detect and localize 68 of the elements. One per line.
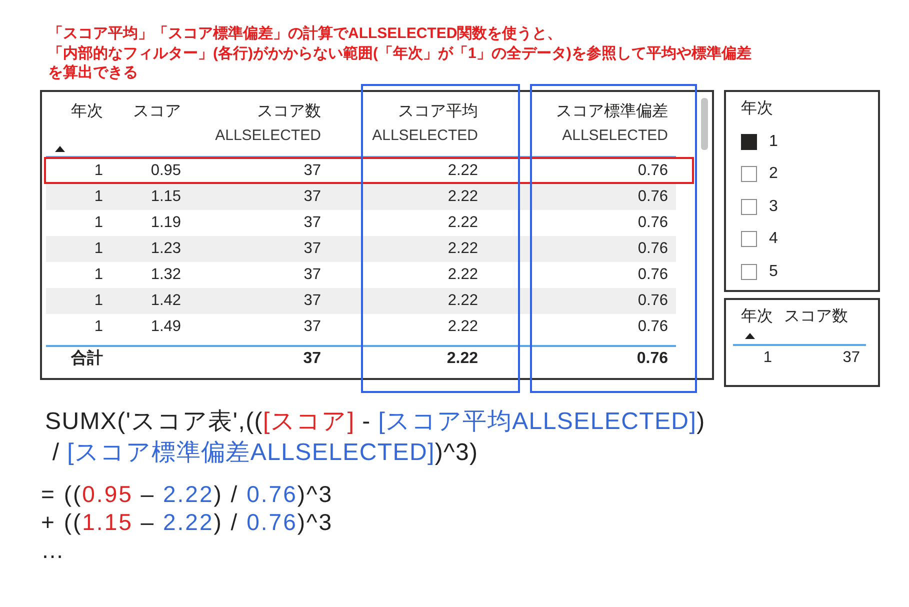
table-cell-text: 2.22 (446, 264, 479, 284)
table-cell-text: 1 (93, 316, 104, 336)
table-cell-text: 1 (93, 160, 104, 180)
total-cell-text: 2.22 (446, 348, 479, 368)
table-cell-text: 1 (762, 348, 773, 368)
table-cell: 0.76 (525, 184, 676, 210)
table-cell-text: 0.76 (636, 212, 669, 232)
table-cell: 1 (46, 288, 108, 314)
table-cell-text: 1.32 (150, 264, 182, 284)
checkbox[interactable] (741, 166, 757, 182)
total-cell-text: 37 (302, 348, 322, 368)
column-header[interactable]: スコア数 ALLSELECTED (188, 100, 321, 148)
formula-line: = ((0.95 – 2.22) / 0.76)^3 (41, 480, 334, 508)
table-cell-text: 37 (302, 264, 322, 284)
checkbox[interactable] (741, 198, 757, 215)
table-cell: 37 (188, 288, 361, 314)
table-cell-text: 0.76 (636, 264, 669, 284)
checkbox[interactable] (741, 264, 757, 280)
table-cell: 1 (46, 184, 108, 210)
table-cell-text: 2.22 (446, 160, 479, 180)
table-cell-text: 0.95 (150, 160, 182, 180)
table-cell-text: 0.76 (636, 316, 669, 336)
table-cell-text: 37 (842, 348, 861, 368)
table-cell-text: 37 (302, 212, 322, 232)
slicer-option[interactable]: 5 (741, 256, 878, 288)
checkbox[interactable] (741, 231, 757, 248)
scrollbar[interactable] (701, 98, 708, 150)
sort-ascending-icon[interactable] (55, 146, 65, 152)
table-cell-text: 2.22 (446, 316, 479, 336)
table-cell-text: 0.76 (636, 160, 669, 180)
table-cell-text: 1 (93, 264, 104, 284)
slicer-option[interactable]: 4 (741, 223, 878, 256)
slicer-option[interactable]: 1 (741, 126, 878, 158)
total-cell-text: 0.76 (636, 348, 669, 368)
formula-line: SUMX('スコア表',(([スコア] - [スコア平均ALLSELECTED]) (45, 406, 706, 436)
table-cell-text: 1.19 (150, 212, 182, 232)
table-cell-text: 1.49 (150, 316, 182, 336)
table-cell: 2.22 (361, 236, 525, 262)
table-cell-text: 2.22 (446, 212, 479, 232)
formula-line: / [スコア標準偏差ALLSELECTED])^3) (51, 438, 480, 468)
table-cell-text: 37 (302, 160, 322, 180)
table-cell: 37 (188, 236, 361, 262)
column-header[interactable]: 年次 (733, 306, 780, 328)
table-cell: 37 (188, 184, 361, 210)
table-cell: 0.76 (525, 236, 676, 262)
slicer-option[interactable]: 3 (741, 190, 878, 223)
table-cell: 1 (46, 236, 108, 262)
column-header[interactable]: 年次 (46, 100, 103, 124)
checkbox[interactable] (741, 134, 757, 150)
column-header[interactable]: スコア数 (780, 306, 866, 328)
table-cell: 1.42 (108, 288, 188, 314)
column-header[interactable]: スコア標準偏差 ALLSELECTED (525, 100, 668, 148)
formula-line: … (41, 536, 66, 564)
table-cell: 1.15 (108, 184, 188, 210)
column-header[interactable]: スコア (108, 100, 181, 124)
table-cell: 2.22 (361, 184, 525, 210)
formula-line: + ((1.15 – 2.22) / 0.76)^3 (41, 508, 334, 536)
table-cell-text: 1 (93, 212, 104, 232)
table-cell-text: 37 (302, 316, 322, 336)
slicer-option[interactable]: 2 (741, 158, 878, 190)
annotation-text: 「スコア平均」「スコア標準偏差」の計算でALLSELECTED関数を使うと、 「内部的なフィルター」(各行)がかからない範囲(「年次」が「1」の全データ)を参照して平均や標準偏差 を算出できる (47, 24, 752, 82)
sort-ascending-icon[interactable] (745, 332, 755, 338)
table-cell: 0.76 (525, 288, 676, 314)
column-header[interactable]: スコア平均 ALLSELECTED (361, 100, 478, 148)
table-cell: 1.23 (108, 236, 188, 262)
table-cell: 2.22 (361, 288, 525, 314)
slicer-title: 年次 (741, 98, 774, 118)
total-label: 合計 (70, 348, 104, 368)
